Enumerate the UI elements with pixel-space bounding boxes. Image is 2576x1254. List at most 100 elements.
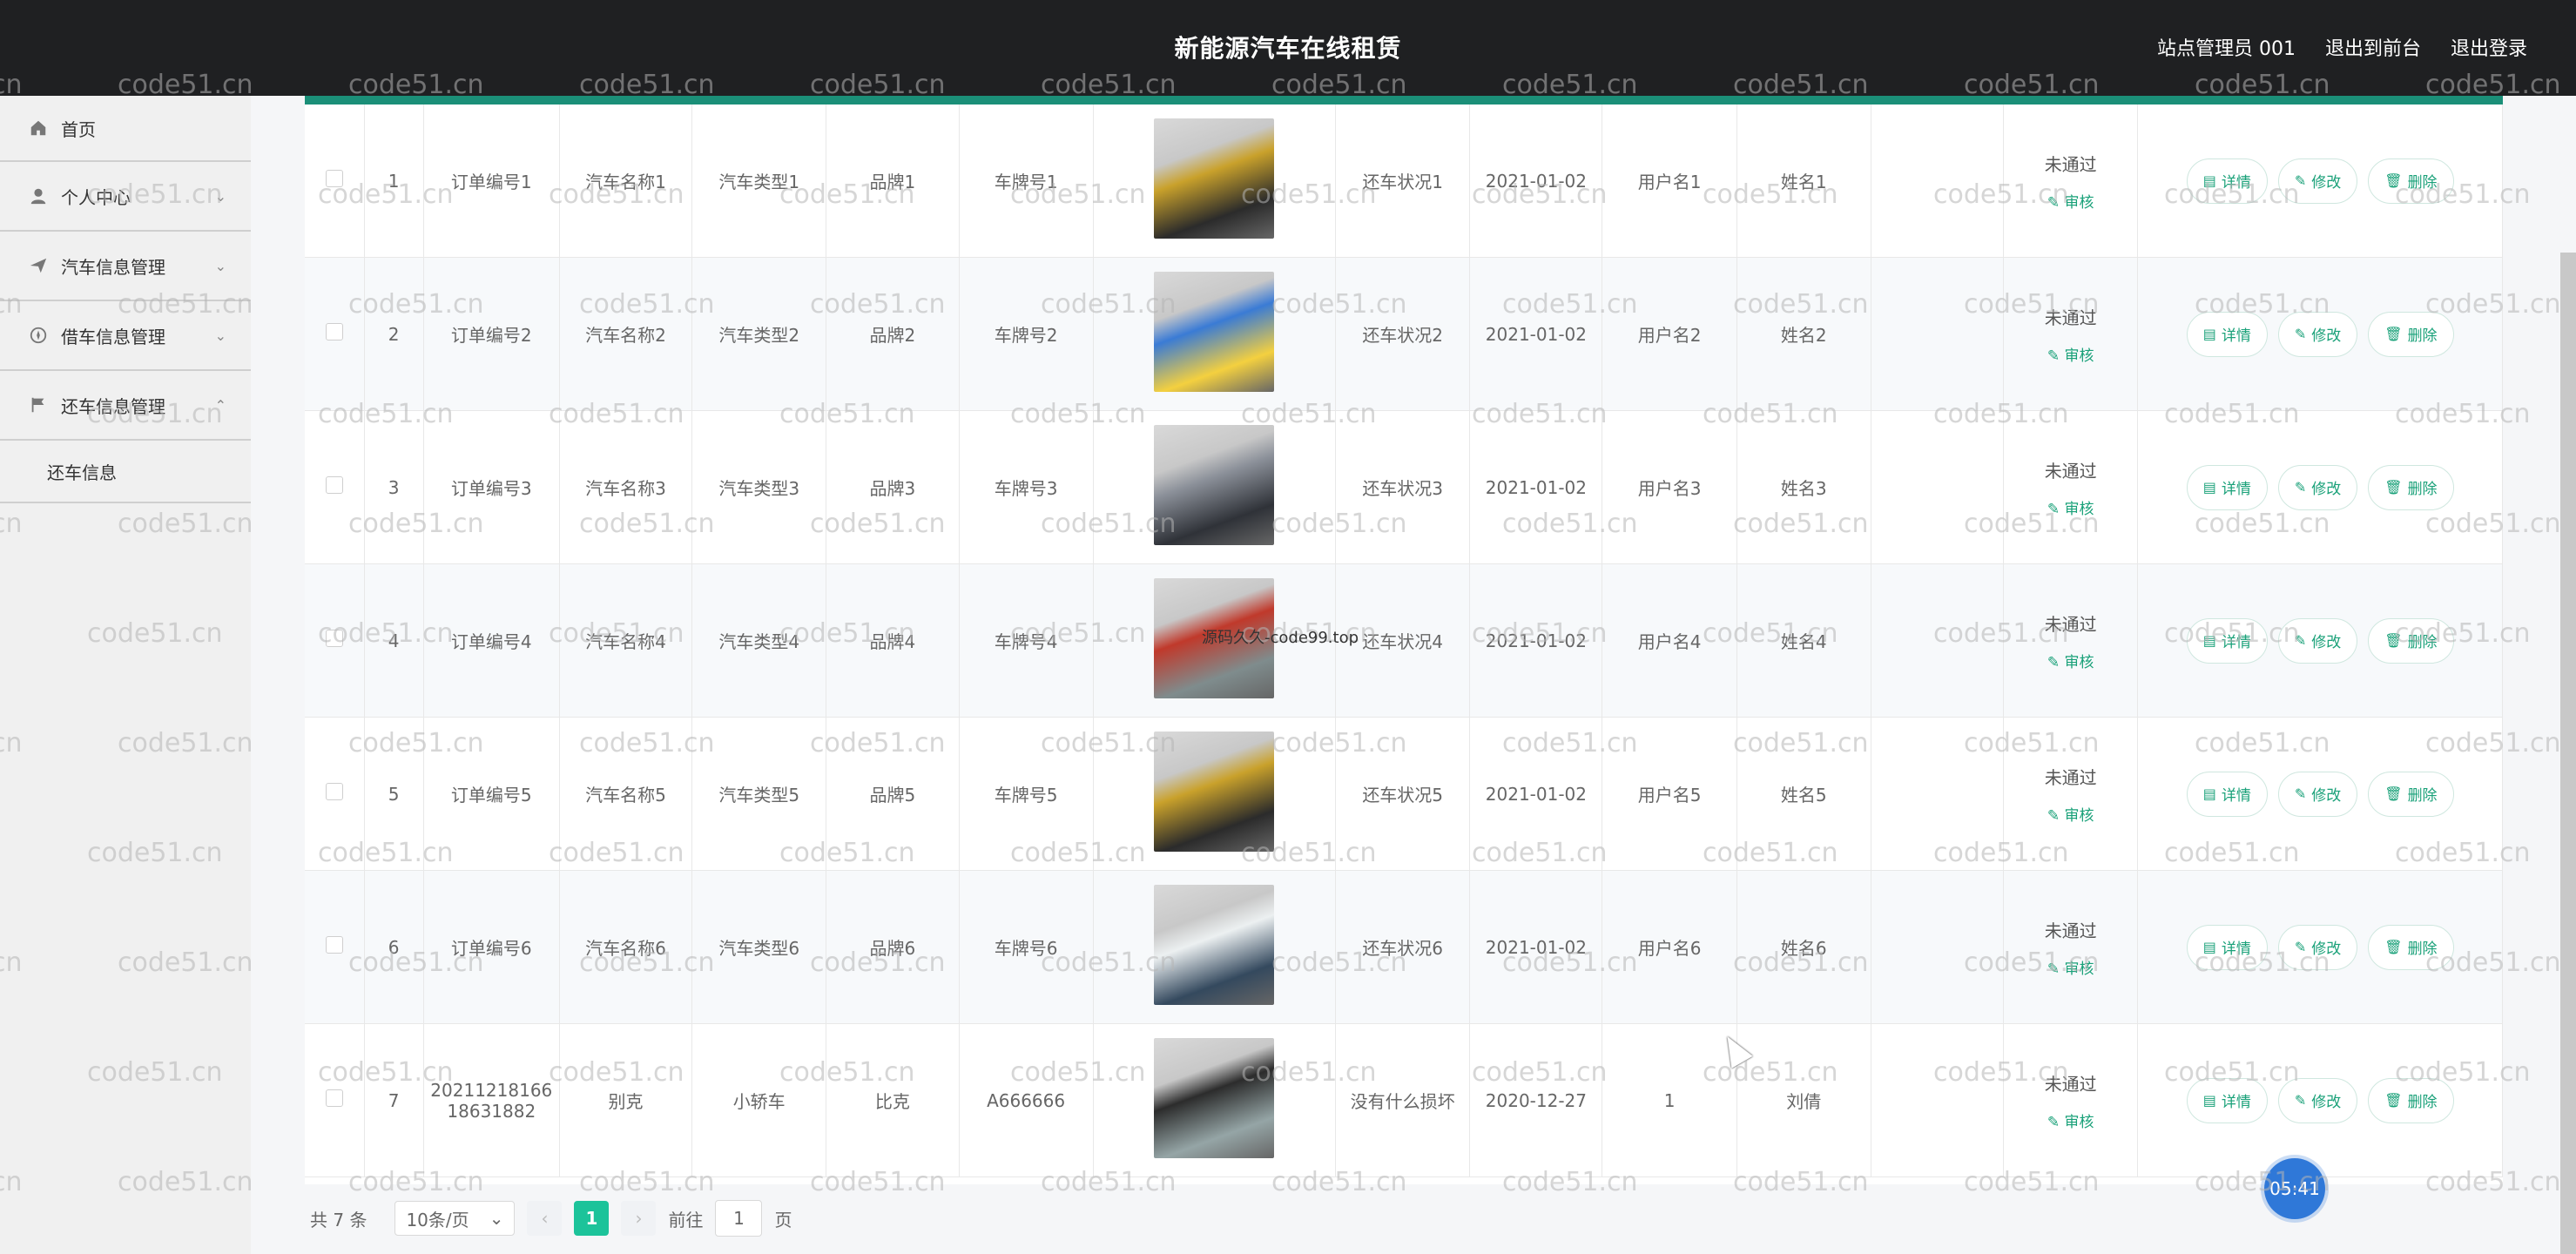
detail-button[interactable]: ▤ 详情: [2186, 771, 2268, 817]
delete-button[interactable]: 🗑 删除: [2368, 617, 2454, 664]
edit-button[interactable]: ✎ 修改: [2277, 464, 2358, 510]
review-link[interactable]: ✎ 审核: [2004, 650, 2137, 671]
car-type: 汽车类型6: [718, 938, 800, 959]
sidebar-item-profile[interactable]: 个人中心 ⌄: [0, 162, 251, 232]
car-image[interactable]: [1154, 578, 1275, 698]
real-name: 姓名3: [1780, 478, 1827, 499]
page-1-button[interactable]: 1: [574, 1201, 610, 1236]
row-checkbox[interactable]: [325, 936, 343, 954]
edit-button[interactable]: ✎ 修改: [2277, 771, 2358, 817]
detail-button[interactable]: ▤ 详情: [2186, 158, 2268, 204]
username: 1: [1663, 1089, 1676, 1111]
car-name: 汽车名称4: [585, 631, 666, 652]
detail-button[interactable]: ▤ 详情: [2186, 924, 2268, 970]
return-date: 2021-01-02: [1485, 783, 1587, 805]
table-row: 4 订单编号4 汽车名称4 汽车类型4 品牌4 车牌号4 还车状况4 2021-01-02 用户…: [305, 563, 2503, 718]
sidebar-item-car-management[interactable]: 汽车信息管理 ⌄: [0, 232, 251, 301]
row-checkbox[interactable]: [325, 1089, 343, 1107]
page-size-select[interactable]: 10条/页 ⌄: [394, 1201, 516, 1236]
scrollbar[interactable]: [2560, 253, 2576, 1254]
goto-page-input[interactable]: 1: [715, 1200, 763, 1237]
row-checkbox[interactable]: [325, 170, 343, 187]
review-link[interactable]: ✎ 审核: [2004, 803, 2137, 825]
edit-icon: ✎: [2294, 479, 2307, 496]
sidebar-item-home[interactable]: 首页: [0, 96, 251, 162]
car-image[interactable]: [1154, 272, 1275, 392]
delete-button[interactable]: 🗑 删除: [2368, 1077, 2454, 1123]
chevron-down-icon: ⌄: [214, 258, 226, 274]
document-icon: ▤: [2202, 785, 2216, 802]
review-link[interactable]: ✎ 审核: [2004, 956, 2137, 978]
detail-button[interactable]: ▤ 详情: [2186, 311, 2268, 357]
review-status: 未通过: [2044, 766, 2097, 788]
row-checkbox[interactable]: [325, 783, 343, 800]
user-icon: [28, 185, 49, 206]
chevron-up-icon: ⌃: [214, 397, 226, 414]
delete-button[interactable]: 🗑 删除: [2368, 924, 2454, 970]
car-image[interactable]: [1154, 1038, 1275, 1158]
page-unit-label: 页: [774, 1209, 792, 1230]
document-icon: ▤: [2202, 632, 2216, 649]
edit-button[interactable]: ✎ 修改: [2277, 1077, 2358, 1123]
review-link[interactable]: ✎ 审核: [2004, 190, 2137, 212]
return-condition: 还车状况6: [1362, 938, 1444, 959]
car-image[interactable]: [1154, 425, 1275, 545]
row-checkbox[interactable]: [325, 323, 343, 340]
car-image[interactable]: [1154, 885, 1275, 1005]
plate-number: 车牌号6: [994, 938, 1058, 959]
accent-bar: [305, 96, 2503, 104]
detail-button[interactable]: ▤ 详情: [2186, 617, 2268, 664]
detail-button[interactable]: ▤ 详情: [2186, 1077, 2268, 1123]
car-image[interactable]: [1154, 732, 1275, 852]
logout-link[interactable]: 退出登录: [2451, 33, 2527, 61]
row-number: 4: [388, 630, 400, 651]
return-condition: 还车状况1: [1362, 172, 1444, 192]
return-condition: 还车状况3: [1362, 478, 1444, 499]
row-checkbox[interactable]: [325, 476, 343, 494]
edit-button[interactable]: ✎ 修改: [2277, 924, 2358, 970]
username: 用户名5: [1637, 785, 1702, 806]
return-date: 2020-12-27: [1485, 1089, 1587, 1111]
delete-button[interactable]: 🗑 删除: [2368, 311, 2454, 357]
review-status: 未通过: [2044, 1073, 2097, 1095]
review-link[interactable]: ✎ 审核: [2004, 343, 2137, 365]
brand: 品牌1: [869, 172, 916, 192]
car-name: 汽车名称6: [585, 938, 666, 959]
plate-number: A666666: [987, 1089, 1066, 1111]
review-status: 未通过: [2044, 460, 2097, 482]
sidebar-item-borrow-management[interactable]: 借车信息管理 ⌄: [0, 301, 251, 371]
plate-number: 车牌号2: [994, 325, 1058, 346]
sidebar-item-return-management[interactable]: 还车信息管理 ⌃: [0, 371, 251, 441]
edit-button[interactable]: ✎ 修改: [2277, 311, 2358, 357]
document-icon: ▤: [2202, 479, 2216, 496]
review-link[interactable]: ✎ 审核: [2004, 1109, 2137, 1131]
plate-number: 车牌号1: [994, 172, 1058, 192]
row-checkbox[interactable]: [325, 630, 343, 647]
edit-icon: ✎: [2047, 1113, 2065, 1131]
edit-button[interactable]: ✎ 修改: [2277, 158, 2358, 204]
car-name: 别克: [608, 1091, 644, 1112]
car-type: 汽车类型2: [718, 325, 800, 346]
prev-page-button[interactable]: ‹: [527, 1201, 563, 1236]
next-page-button[interactable]: ›: [621, 1201, 657, 1236]
brand: 比克: [874, 1091, 910, 1112]
sidebar-subitem-return-info[interactable]: 还车信息: [0, 441, 251, 503]
edit-button[interactable]: ✎ 修改: [2277, 617, 2358, 664]
timer-badge: 05:41: [2264, 1158, 2325, 1219]
return-info-table: 1 订单编号1 汽车名称1 汽车类型1 品牌1 车牌号1 还车状况1 2021-01-02 用户…: [305, 104, 2503, 1177]
review-link[interactable]: ✎ 审核: [2004, 496, 2137, 518]
username: 用户名6: [1637, 938, 1702, 959]
total-count: 共 7 条: [310, 1209, 368, 1230]
sidebar-item-label: 还车信息管理: [61, 395, 165, 417]
car-image[interactable]: [1154, 118, 1275, 239]
detail-button[interactable]: ▤ 详情: [2186, 464, 2268, 510]
to-front-link[interactable]: 退出到前台: [2325, 33, 2421, 61]
car-name: 汽车名称2: [585, 325, 666, 346]
edit-icon: ✎: [2294, 326, 2307, 342]
row-number: 5: [388, 783, 400, 805]
delete-button[interactable]: 🗑 删除: [2368, 771, 2454, 817]
delete-button[interactable]: 🗑 删除: [2368, 158, 2454, 204]
main-table-area: 1 订单编号1 汽车名称1 汽车类型1 品牌1 车牌号1 还车状况1 2021-01-02 用户…: [305, 104, 2503, 1184]
edit-icon: ✎: [2047, 960, 2065, 978]
delete-button[interactable]: 🗑 删除: [2368, 464, 2454, 510]
